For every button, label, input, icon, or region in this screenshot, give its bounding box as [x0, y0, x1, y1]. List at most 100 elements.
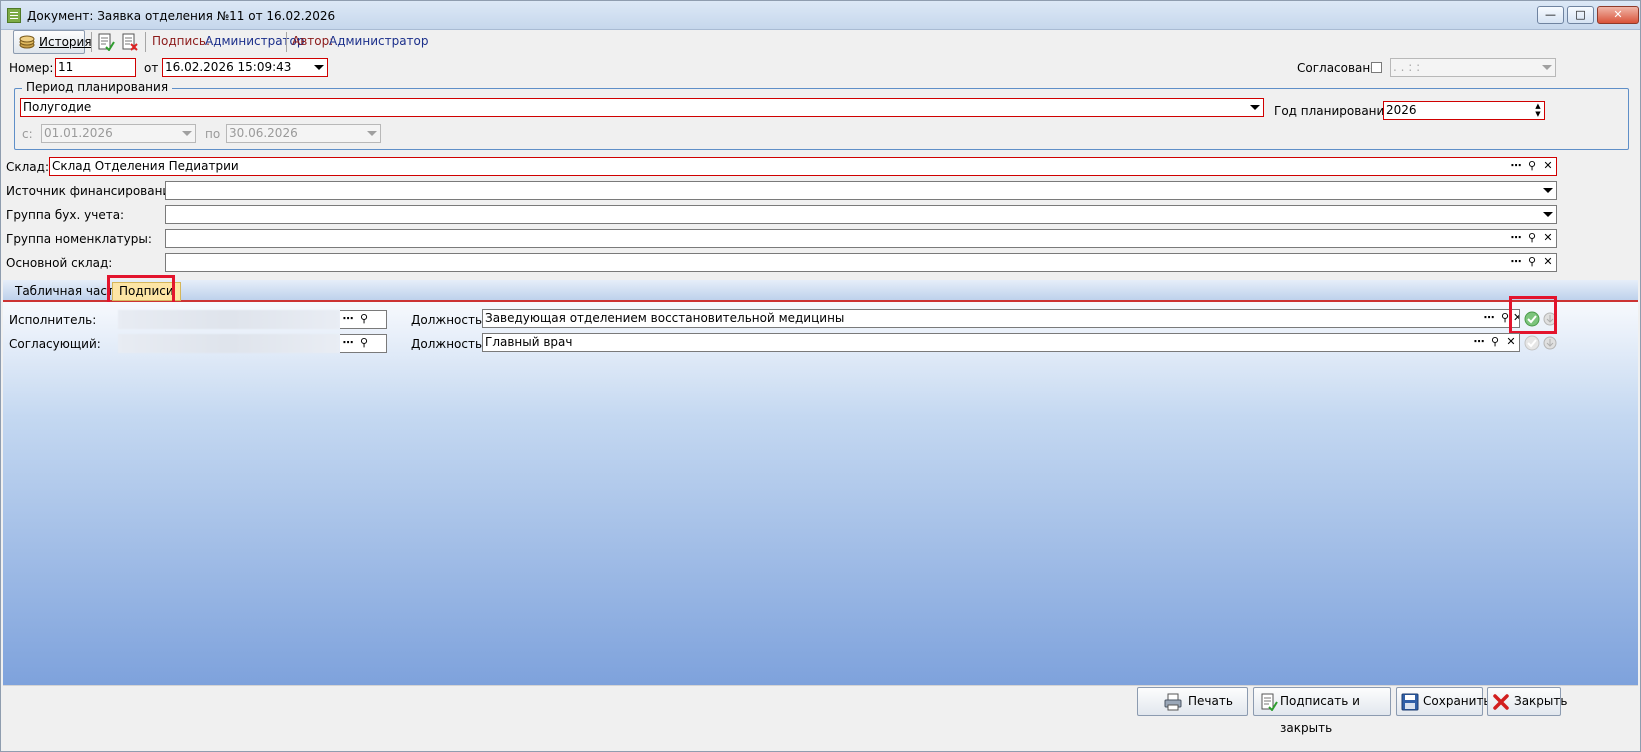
- funding-select[interactable]: [165, 181, 1557, 200]
- search-icon[interactable]: ⚲: [1524, 230, 1540, 247]
- sign-document-icon[interactable]: [97, 33, 115, 51]
- approver-position-buttons: ⋯ ⚲ ✕: [1471, 334, 1519, 351]
- approver-label: Согласующий:: [9, 337, 101, 351]
- executor-position-field[interactable]: Заведующая отделением восстановительной …: [482, 309, 1520, 328]
- sign-document-icon: [1261, 693, 1278, 711]
- history-button[interactable]: История: [13, 30, 92, 54]
- signatures-panel: [3, 302, 1638, 685]
- chevron-down-icon[interactable]: [182, 131, 192, 136]
- period-from-label: с:: [22, 127, 33, 141]
- clear-icon[interactable]: ✕: [1503, 334, 1519, 351]
- search-icon[interactable]: ⚲: [1524, 254, 1540, 271]
- nomenclature-group-field[interactable]: ⋯ ⚲ ✕: [165, 229, 1557, 248]
- warehouse-label: Склад:: [6, 160, 49, 174]
- save-label: Сохранить: [1423, 694, 1491, 708]
- agreed-checkbox[interactable]: [1371, 62, 1382, 73]
- document-date-field[interactable]: 16.02.2026 15:09:43: [162, 58, 328, 77]
- period-from-field[interactable]: 01.01.2026: [41, 124, 196, 143]
- spin-up-icon[interactable]: ▲: [1534, 103, 1542, 110]
- ellipsis-icon[interactable]: ⋯: [340, 335, 356, 352]
- year-spinner[interactable]: 2026 ▲ ▼: [1383, 101, 1545, 120]
- agreed-date-field[interactable]: . . : :: [1390, 58, 1556, 77]
- clear-icon[interactable]: ✕: [1540, 254, 1556, 271]
- sign-and-close-label: Подписать и закрыть: [1280, 694, 1360, 735]
- warehouse-value: Склад Отделения Педиатрии: [52, 159, 239, 173]
- ellipsis-icon[interactable]: ⋯: [1481, 310, 1497, 327]
- executor-value-redacted: [118, 310, 340, 329]
- author-label: Автор:: [292, 34, 334, 48]
- clear-icon[interactable]: ✕: [340, 328, 356, 329]
- unsign-document-icon[interactable]: [121, 33, 139, 51]
- executor-label: Исполнитель:: [9, 313, 97, 327]
- nomenclature-field-buttons: ⋯ ⚲ ✕: [1508, 230, 1556, 247]
- toolbar-separator: [91, 32, 92, 52]
- check-sign-icon-disabled[interactable]: [1523, 334, 1541, 352]
- accounting-group-select[interactable]: [165, 205, 1557, 224]
- author-value: Администратор: [329, 34, 429, 48]
- move-down-icon[interactable]: [1542, 334, 1558, 352]
- close-window-button[interactable]: ✕: [1597, 6, 1639, 24]
- ellipsis-icon[interactable]: ⋯: [1508, 254, 1524, 271]
- chevron-down-icon[interactable]: [1250, 105, 1260, 110]
- main-warehouse-field[interactable]: ⋯ ⚲ ✕: [165, 253, 1557, 272]
- period-from-value: 01.01.2026: [44, 126, 113, 140]
- search-icon[interactable]: ⚲: [1524, 158, 1540, 175]
- print-button[interactable]: Печать: [1137, 687, 1248, 716]
- executor-buttons-group: ⋯ ⚲ ✕: [340, 311, 386, 328]
- period-select[interactable]: Полугодие: [20, 98, 1264, 117]
- maximize-button[interactable]: □: [1567, 6, 1594, 24]
- date-from-label: от: [144, 61, 159, 75]
- ellipsis-icon[interactable]: ⋯: [1471, 334, 1487, 351]
- main-warehouse-field-buttons: ⋯ ⚲ ✕: [1508, 254, 1556, 271]
- search-icon[interactable]: ⚲: [356, 335, 372, 352]
- chevron-down-icon[interactable]: [1543, 188, 1553, 193]
- ellipsis-icon[interactable]: ⋯: [1508, 230, 1524, 247]
- document-date-value: 16.02.2026 15:09:43: [165, 60, 292, 74]
- document-window: Документ: Заявка отделения №11 от 16.02.…: [0, 0, 1641, 752]
- period-to-value: 30.06.2026: [229, 126, 298, 140]
- footer-bar: [3, 685, 1638, 721]
- number-label: Номер:: [9, 61, 54, 75]
- clear-icon[interactable]: ✕: [1540, 158, 1556, 175]
- toolbar-separator: [286, 32, 287, 52]
- minimize-button[interactable]: —: [1537, 6, 1564, 24]
- close-button[interactable]: Закрыть: [1487, 687, 1567, 716]
- signature-label: Подпись:: [152, 34, 211, 48]
- chevron-down-icon[interactable]: [1542, 65, 1552, 70]
- warehouse-field[interactable]: Склад Отделения Педиатрии ⋯ ⚲ ✕: [49, 157, 1557, 176]
- nomenclature-group-label: Группа номенклатуры:: [6, 232, 152, 246]
- close-icon: [1493, 694, 1509, 710]
- close-label: Закрыть: [1514, 694, 1568, 708]
- document-icon: [7, 8, 21, 23]
- save-button[interactable]: Сохранить: [1396, 687, 1491, 716]
- approver-position-label: Должность:: [411, 337, 487, 351]
- history-label: История: [39, 35, 92, 49]
- period-to-field[interactable]: 30.06.2026: [226, 124, 381, 143]
- number-field[interactable]: 11: [55, 58, 136, 77]
- approver-position-field[interactable]: Главный врач ⋯ ⚲ ✕: [482, 333, 1520, 352]
- period-value: Полугодие: [23, 100, 92, 114]
- search-icon[interactable]: ⚲: [1487, 334, 1503, 351]
- warehouse-field-buttons: ⋯ ⚲ ✕: [1508, 158, 1556, 175]
- ellipsis-icon[interactable]: ⋯: [340, 311, 356, 328]
- approver-position-value: Главный врач: [485, 335, 573, 349]
- tab-table-part[interactable]: Табличная часть: [15, 282, 121, 301]
- agreed-label: Согласовано: [1297, 61, 1378, 75]
- chevron-down-icon[interactable]: [367, 131, 377, 136]
- print-label: Печать: [1188, 694, 1233, 708]
- toolbar: История Подпись: Администратор Автор: Ад…: [5, 30, 1637, 55]
- clear-icon[interactable]: ✕: [1540, 230, 1556, 247]
- spin-down-icon[interactable]: ▼: [1534, 111, 1542, 118]
- clear-icon[interactable]: ✕: [340, 352, 356, 353]
- chevron-down-icon[interactable]: [1543, 212, 1553, 217]
- ellipsis-icon[interactable]: ⋯: [1508, 158, 1524, 175]
- period-to-label: по: [205, 127, 221, 141]
- main-warehouse-label: Основной склад:: [6, 256, 113, 270]
- sign-button-highlight-box: [1509, 296, 1557, 334]
- history-icon: [19, 35, 35, 49]
- sign-and-close-button[interactable]: Подписать и закрыть: [1253, 687, 1391, 735]
- window-title: Документ: Заявка отделения №11 от 16.02.…: [27, 9, 336, 23]
- approver-buttons-group: ⋯ ⚲ ✕: [340, 335, 386, 352]
- search-icon[interactable]: ⚲: [356, 311, 372, 328]
- chevron-down-icon[interactable]: [314, 65, 324, 70]
